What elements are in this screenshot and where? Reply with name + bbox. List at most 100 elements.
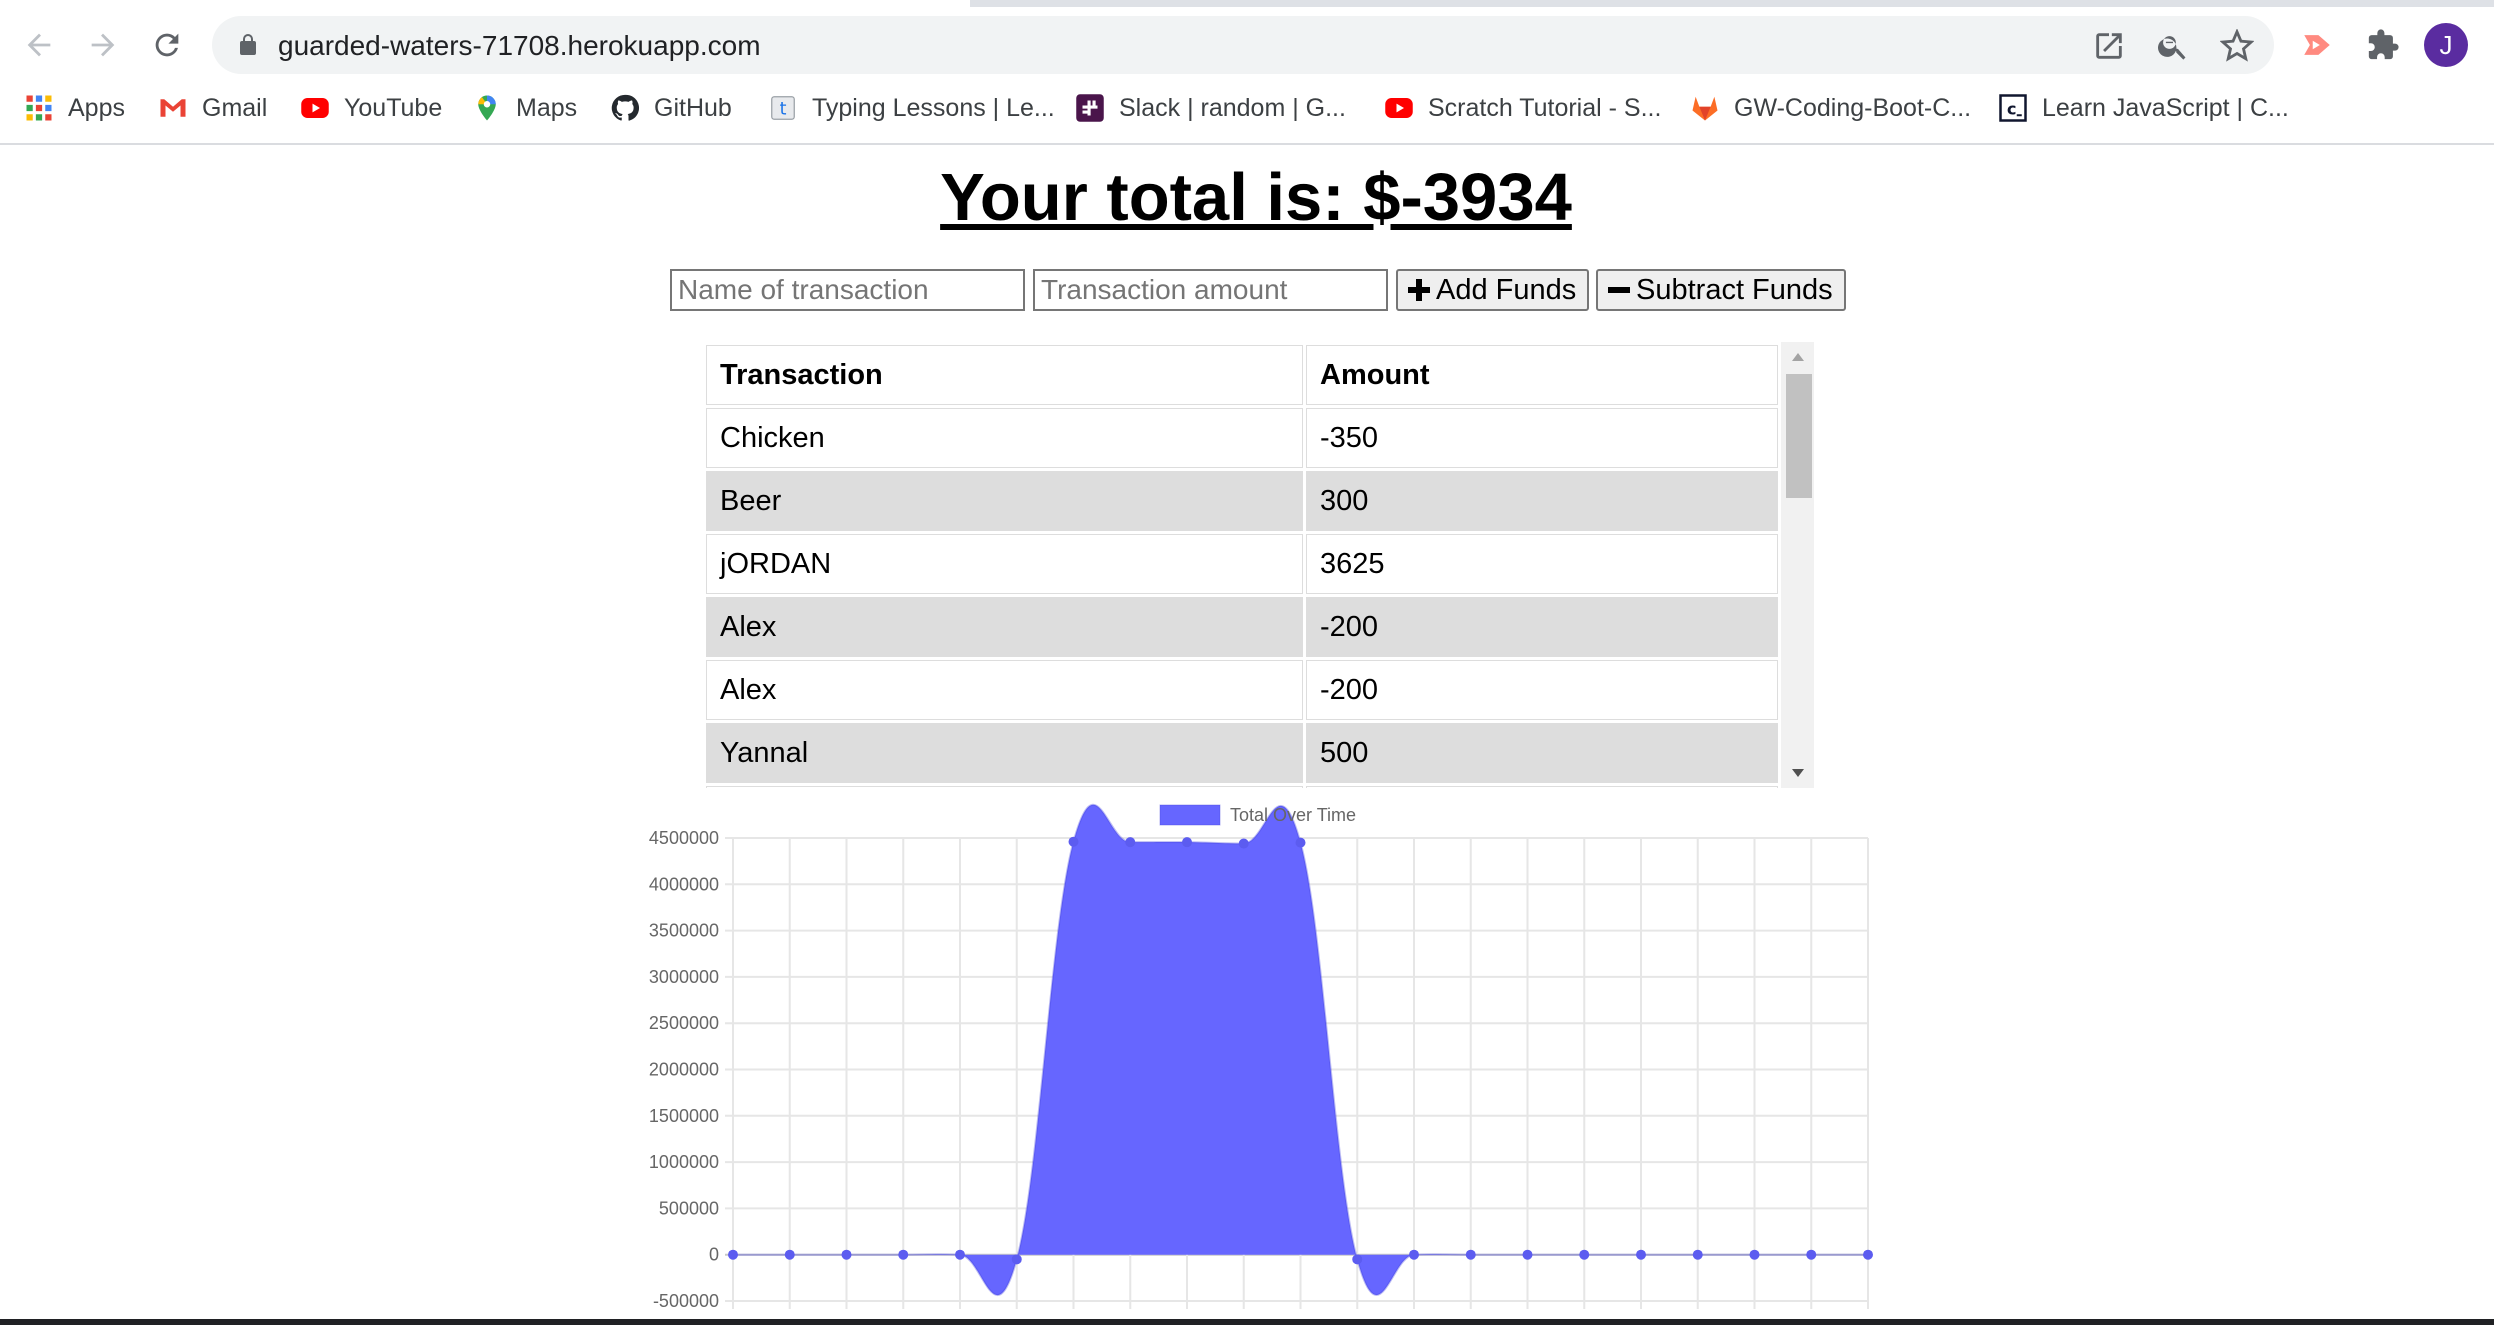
bookmark-github[interactable]: GitHub — [610, 86, 732, 130]
address-bar[interactable]: guarded-waters-71708.herokuapp.com — [212, 16, 2274, 74]
y-tick-label: 3500000 — [649, 921, 719, 941]
transaction-amount-cell: 300 — [1306, 471, 1778, 531]
bookmark-label: Slack | random | G... — [1119, 93, 1346, 122]
active-tab[interactable] — [0, 0, 970, 7]
scroll-down-arrow-icon[interactable] — [1781, 758, 1814, 788]
cast-extension-icon[interactable] — [2292, 20, 2342, 70]
reload-button[interactable] — [142, 20, 192, 70]
typing-icon: t — [768, 93, 798, 123]
transaction-amount-cell: -200 — [1306, 660, 1778, 720]
legend-label: Total Over Time — [1230, 805, 1356, 825]
slack-icon — [1075, 93, 1105, 123]
table-header-row: Transaction Amount — [706, 345, 1778, 405]
bookmark-label: Gmail — [202, 93, 268, 122]
forward-arrow-icon — [91, 33, 115, 57]
bookmark-scratch-tutorial[interactable]: Scratch Tutorial - S... — [1384, 86, 1661, 130]
bookmark-gitlab[interactable]: GW-Coding-Boot-C... — [1690, 86, 1971, 130]
table-row: Chicken -350 — [706, 408, 1778, 468]
data-point — [1579, 1249, 1590, 1260]
transaction-amount-cell: 500 — [1306, 723, 1778, 783]
data-point — [1182, 837, 1192, 848]
zoom-icon[interactable] — [2156, 29, 2190, 63]
svg-text:c: c — [2007, 99, 2017, 118]
data-point — [1352, 1254, 1363, 1265]
legend-swatch — [1159, 804, 1221, 826]
gmail-icon — [158, 93, 188, 123]
lock-icon — [240, 34, 256, 55]
transactions-table: Transaction Amount Chicken -350 Beer 300 j… — [703, 342, 1781, 788]
transaction-name-cell: jORDAN — [706, 534, 1303, 594]
bookmark-youtube[interactable]: YouTube — [300, 86, 442, 130]
bookmark-learn-javascript[interactable]: c Learn JavaScript | C... — [1998, 86, 2289, 130]
bookmark-maps[interactable]: Maps — [472, 86, 577, 130]
minus-icon — [1608, 279, 1630, 301]
data-point — [728, 1249, 738, 1260]
add-funds-button[interactable]: Add Funds — [1396, 269, 1589, 311]
y-tick-label: 2000000 — [649, 1060, 719, 1080]
data-point — [1409, 1249, 1419, 1260]
back-button[interactable] — [14, 20, 64, 70]
transaction-name-cell: Chicken — [706, 408, 1303, 468]
table-row — [706, 786, 1778, 788]
table-row: Yannal 500 — [706, 723, 1778, 783]
reload-icon — [155, 33, 179, 57]
youtube-icon — [300, 93, 330, 123]
transaction-name-input[interactable] — [670, 269, 1025, 311]
forward-button[interactable] — [78, 20, 128, 70]
table-row: jORDAN 3625 — [706, 534, 1778, 594]
svg-text:t: t — [780, 99, 787, 119]
data-point — [1863, 1249, 1873, 1260]
bookmark-label: Typing Lessons | Le... — [812, 93, 1055, 122]
maps-icon — [472, 93, 502, 123]
extensions-puzzle-icon[interactable] — [2358, 20, 2408, 70]
profile-avatar[interactable]: J — [2424, 23, 2468, 67]
bookmark-label: YouTube — [344, 93, 443, 122]
bookmark-star-icon[interactable] — [2219, 28, 2255, 63]
subtract-funds-label: Subtract Funds — [1636, 273, 1833, 306]
transaction-amount-input[interactable] — [1033, 269, 1388, 311]
scrollbar-thumb[interactable] — [1786, 374, 1812, 498]
browser-chrome: guarded-waters-71708.herokuapp.com J App… — [0, 0, 2494, 145]
budget-tracker-page: Your total is: $-3934 Add Funds Subtract… — [0, 147, 2494, 1319]
y-tick-label: 500000 — [659, 1198, 719, 1218]
subtract-funds-button[interactable]: Subtract Funds — [1596, 269, 1846, 311]
transactions-table-container[interactable]: Transaction Amount Chicken -350 Beer 300 j… — [703, 342, 1814, 788]
youtube-icon — [1384, 93, 1414, 123]
url-text[interactable]: guarded-waters-71708.herokuapp.com — [278, 30, 761, 62]
data-point — [1238, 838, 1249, 849]
y-tick-label: 4500000 — [649, 828, 719, 848]
bookmark-label: Maps — [516, 93, 578, 122]
table-scrollbar[interactable] — [1781, 342, 1814, 788]
bookmarks-bar: Apps Gmail YouTube Maps GitHub t Typing … — [0, 86, 2494, 130]
data-point — [1522, 1249, 1533, 1260]
y-tick-label: 2500000 — [649, 1013, 719, 1033]
data-point — [1636, 1249, 1646, 1260]
data-point — [1011, 1254, 1022, 1265]
data-point — [841, 1249, 852, 1260]
table-row: Alex -200 — [706, 660, 1778, 720]
bookmark-label: GW-Coding-Boot-C... — [1734, 93, 1972, 122]
y-tick-label: 3000000 — [649, 967, 719, 987]
bookmark-apps[interactable]: Apps — [24, 86, 125, 130]
bookmark-slack[interactable]: Slack | random | G... — [1075, 86, 1346, 130]
bookmark-label: Apps — [68, 93, 125, 122]
transaction-name-cell: Alex — [706, 660, 1303, 720]
bookmark-label: GitHub — [654, 93, 732, 122]
total-heading: Your total is: $-3934 — [940, 160, 1572, 235]
codecademy-icon: c — [1998, 93, 2028, 123]
data-point — [955, 1249, 965, 1260]
transaction-name-cell: Alex — [706, 597, 1303, 657]
column-header-amount: Amount — [1306, 345, 1778, 405]
transaction-amount-cell: 3625 — [1306, 534, 1778, 594]
bookmark-label: Scratch Tutorial - S... — [1428, 93, 1662, 122]
bookmark-typing-lessons[interactable]: t Typing Lessons | Le... — [768, 86, 1055, 130]
data-point — [1806, 1249, 1817, 1260]
table-row: Beer 300 — [706, 471, 1778, 531]
data-point — [1068, 836, 1079, 847]
bookmark-gmail[interactable]: Gmail — [158, 86, 267, 130]
open-in-app-icon[interactable] — [2092, 29, 2126, 63]
transaction-amount-cell: -200 — [1306, 597, 1778, 657]
gitlab-icon — [1690, 93, 1720, 123]
scroll-up-arrow-icon[interactable] — [1781, 342, 1814, 372]
data-point — [1692, 1249, 1703, 1260]
